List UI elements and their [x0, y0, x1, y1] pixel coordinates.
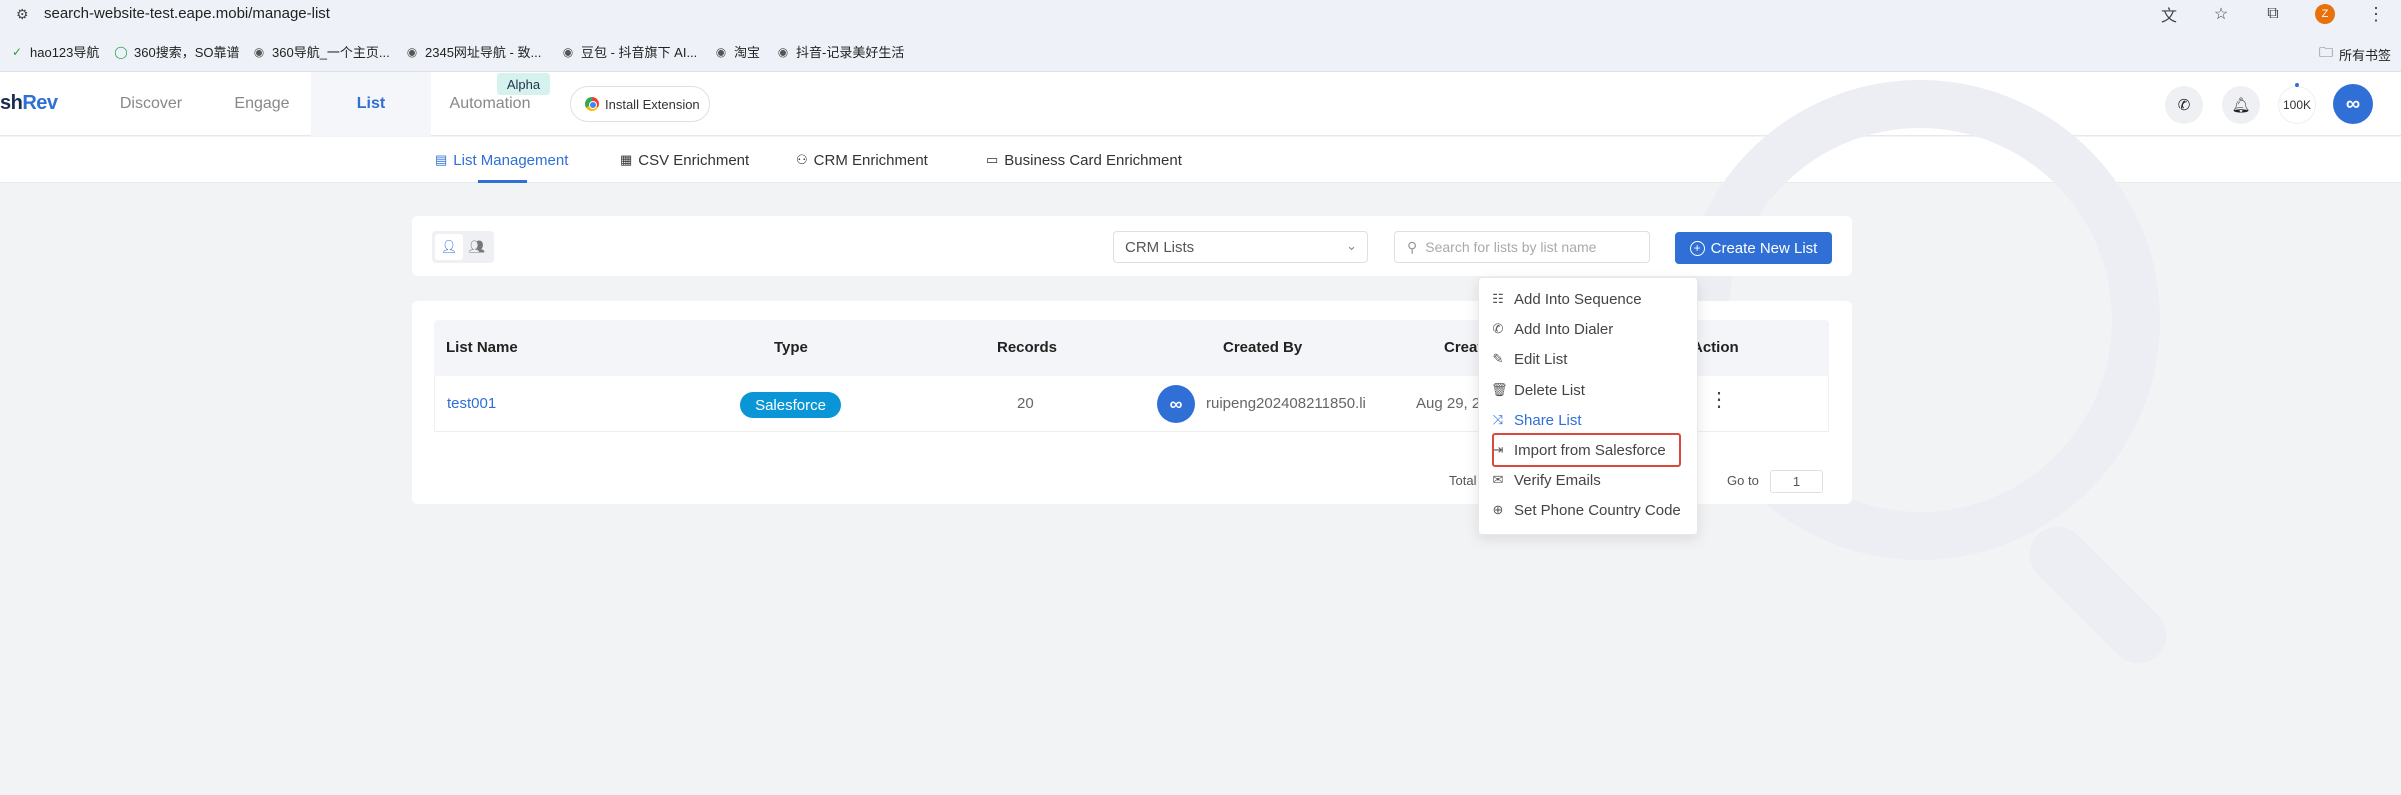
pagination-total: Total	[1449, 473, 1477, 488]
infinity-logo-icon: ∞	[2345, 92, 2361, 115]
menu-verify-emails[interactable]: ✉ Verify Emails	[1491, 465, 1601, 495]
bookmark-item[interactable]: ◉ 2345网址导航 - 致...	[405, 42, 542, 61]
menu-set-phone-country-code[interactable]: ⊕ Set Phone Country Code	[1491, 495, 1681, 525]
header-list-name: List Name	[446, 339, 518, 356]
plus-circle-icon: +	[1689, 240, 1705, 256]
nav-discover[interactable]: Discover	[103, 72, 199, 136]
header-action: Action	[1692, 339, 1739, 356]
edit-icon: ✎	[1492, 351, 1504, 366]
records-count: 20	[1017, 395, 1034, 412]
share-icon: ⤨	[1492, 412, 1504, 427]
bookmarks-bar: ✓ hao123导航 ◯ 360搜索，SO靠谱 ◉ 360导航_一个主页... ◉ 23…	[0, 28, 2401, 72]
url-text[interactable]: search-website-test.eape.mobi/manage-lis…	[44, 5, 330, 22]
phone-icon: ✆	[2177, 97, 2191, 114]
tab-business-card-enrichment[interactable]: ▭ Business Card Enrichment	[986, 137, 1182, 183]
creator-avatar: ∞	[1157, 385, 1195, 423]
bookmark-item[interactable]: ◉ 抖音-记录美好生活	[776, 42, 905, 61]
menu-share-list[interactable]: ⤨ Share List	[1491, 405, 1582, 435]
multi-user-view-icon[interactable]: 👥︎	[463, 234, 491, 260]
so-search-icon: ◯	[114, 44, 128, 59]
trash-icon: 🗑︎	[1491, 382, 1508, 397]
list-search-box[interactable]: ⚲	[1394, 231, 1650, 263]
view-toggle[interactable]: 👤︎ 👥︎	[432, 231, 494, 263]
create-new-list-button[interactable]: + Create New List	[1675, 232, 1832, 264]
nav-list[interactable]: List	[311, 72, 431, 136]
header-created-by: Created By	[1223, 339, 1303, 356]
tab-list-management[interactable]: ▤ List Management	[435, 137, 568, 183]
globe-phone-icon: ⊕	[1492, 502, 1504, 517]
nav-engage[interactable]: Engage	[214, 72, 310, 136]
tab-crm-enrichment[interactable]: ⚇ CRM Enrichment	[796, 137, 928, 183]
hao123-icon: ✓	[11, 44, 23, 59]
users-icon: ⚇	[796, 152, 808, 167]
all-bookmarks[interactable]: 🗀 所有书签	[2319, 42, 2391, 66]
highlight-box	[1492, 433, 1681, 467]
alpha-badge: Alpha	[497, 73, 550, 95]
phone-button[interactable]: ✆	[2165, 86, 2203, 124]
notifications-button[interactable]: 🔔︎	[2222, 86, 2260, 124]
search-icon: ⚲	[1407, 238, 1418, 255]
row-actions-menu: ☷ Add Into Sequence ✆ Add Into Dialer ✎ Edi…	[1478, 277, 1698, 535]
pagination-goto-label: Go to	[1727, 473, 1759, 488]
bell-icon: 🔔︎	[2231, 97, 2251, 114]
bookmark-item[interactable]: ◉ 豆包 - 抖音旗下 AI...	[561, 42, 698, 61]
header-created: Creat	[1444, 339, 1483, 356]
list-search-input[interactable]	[1425, 239, 1626, 255]
infinity-logo-icon: ∞	[1169, 393, 1183, 414]
created-date: Aug 29, 2	[1416, 395, 1481, 412]
id-card-icon: ▭	[986, 152, 999, 167]
globe-icon: ◉	[406, 44, 418, 59]
globe-icon: ◉	[253, 44, 265, 59]
list-name-link[interactable]: test001	[447, 395, 496, 412]
pagination-goto-input[interactable]: 1	[1770, 470, 1823, 493]
bookmark-item[interactable]: ◉ 360导航_一个主页...	[252, 42, 390, 61]
clipboard-icon: ▤	[435, 152, 448, 167]
sequence-icon: ☷	[1492, 291, 1504, 306]
type-badge: Salesforce	[740, 392, 841, 418]
single-user-view-icon[interactable]: 👤︎	[435, 234, 463, 260]
install-extension-button[interactable]: Install Extension	[570, 86, 710, 122]
header-records: Records	[997, 339, 1058, 356]
tab-csv-enrichment[interactable]: ▦ CSV Enrichment	[620, 137, 749, 183]
credits-indicator-dot	[2295, 83, 2299, 87]
bookmark-item[interactable]: ◉ 淘宝	[714, 42, 760, 61]
chrome-icon	[585, 97, 599, 111]
chevron-down-icon: ⌄	[1346, 238, 1357, 253]
menu-add-into-dialer[interactable]: ✆ Add Into Dialer	[1491, 314, 1614, 344]
credits-counter[interactable]: 100K	[2278, 86, 2316, 124]
browser-menu-icon[interactable]: ⋮	[2367, 4, 2385, 25]
menu-edit-list[interactable]: ✎ Edit List	[1491, 344, 1568, 374]
list-source-select[interactable]: CRM Lists ⌄	[1113, 231, 1368, 263]
table-icon: ▦	[620, 152, 633, 167]
bookmark-item[interactable]: ✓ hao123导航	[10, 42, 99, 61]
menu-add-into-sequence[interactable]: ☷ Add Into Sequence	[1491, 284, 1641, 314]
app-logo[interactable]: shRev	[0, 92, 58, 115]
phone-icon: ✆	[1492, 321, 1504, 336]
created-by: ruipeng202408211850.li	[1206, 395, 1366, 412]
site-settings-icon[interactable]: ⚙	[16, 6, 34, 22]
profile-avatar[interactable]: Z	[2315, 4, 2335, 24]
bookmark-item[interactable]: ◯ 360搜索，SO靠谱	[114, 42, 239, 61]
row-actions-icon[interactable]: ⋮	[1709, 390, 1729, 410]
bookmark-star-icon[interactable]: ☆	[2211, 4, 2231, 24]
header-type: Type	[774, 339, 808, 356]
folder-icon: 🗀	[2318, 44, 2333, 60]
mail-icon: ✉	[1492, 472, 1504, 487]
search-watermark-handle	[2018, 515, 2178, 675]
active-tab-indicator	[478, 180, 527, 183]
globe-icon: ◉	[715, 44, 727, 59]
globe-icon: ◉	[777, 44, 789, 59]
user-avatar[interactable]: ∞	[2333, 84, 2373, 124]
extensions-icon[interactable]: ⧉	[2263, 4, 2283, 24]
browser-url-bar[interactable]: ⚙ search-website-test.eape.mobi/manage-l…	[0, 0, 2401, 28]
menu-delete-list[interactable]: 🗑︎ Delete List	[1491, 375, 1585, 405]
translate-icon[interactable]: 文	[2159, 4, 2179, 25]
globe-icon: ◉	[562, 44, 574, 59]
